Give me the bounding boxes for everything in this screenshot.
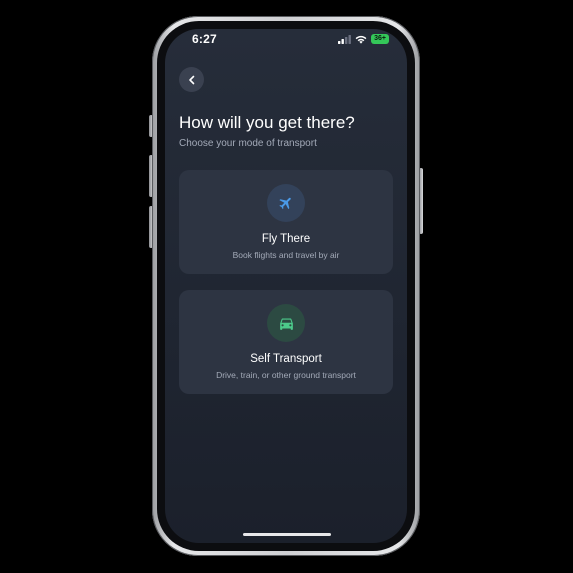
self-transport-description: Drive, train, or other ground transport: [216, 370, 356, 380]
car-icon-badge: [267, 304, 305, 342]
status-bar: 6:27 36+: [165, 29, 407, 51]
fly-there-description: Book flights and travel by air: [232, 250, 340, 260]
battery-indicator: 36+: [371, 34, 389, 44]
signal-icon: [338, 34, 352, 44]
wifi-icon: [355, 35, 367, 44]
self-transport-option[interactable]: Self Transport Drive, train, or other gr…: [179, 290, 393, 394]
status-indicators: 36+: [338, 34, 389, 44]
phone-screen: 6:27 36+ How will you get there? Choose …: [165, 29, 407, 543]
chevron-left-icon: [188, 75, 194, 84]
home-indicator[interactable]: [243, 533, 331, 536]
back-button[interactable]: [179, 67, 204, 92]
page-title: How will you get there?: [179, 113, 355, 132]
stage: 6:27 36+ How will you get there? Choose …: [0, 0, 573, 573]
status-time: 6:27: [192, 32, 217, 46]
car-icon: [279, 318, 293, 330]
fly-there-option[interactable]: Fly There Book flights and travel by air: [179, 170, 393, 274]
airplane-icon: [279, 197, 291, 210]
fly-there-title: Fly There: [261, 233, 311, 245]
fly-icon-badge: [267, 184, 305, 222]
self-transport-title: Self Transport: [250, 353, 322, 365]
page-subtitle: Choose your mode of transport: [179, 138, 317, 149]
